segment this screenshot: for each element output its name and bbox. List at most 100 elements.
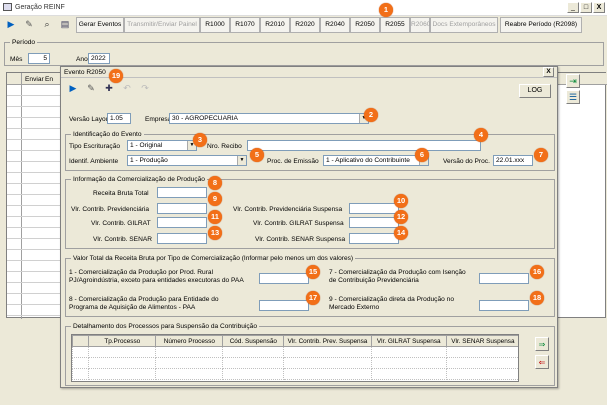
vlr-previdenciaria-susp-input[interactable] <box>349 203 399 214</box>
main-titlebar: Geração REINF _ □ X <box>0 0 607 16</box>
binoculars-icon[interactable]: ⌕ <box>40 18 54 32</box>
r2050-button[interactable]: R2050 <box>350 17 380 33</box>
vlr-gilrat-input[interactable] <box>157 217 207 228</box>
dialog-undo-icon[interactable]: ↶ <box>120 82 134 96</box>
vlr-gilrat-susp-input[interactable] <box>349 217 399 228</box>
col-selector <box>72 335 90 347</box>
col-vlr-senar-suspensa[interactable]: Vlr. SENAR Suspensa <box>445 335 518 347</box>
period-group-title: Período <box>10 38 38 47</box>
table-header-row: Tp.Processo Número Processo Cód. Suspens… <box>72 335 518 347</box>
r2020-button[interactable]: R2020 <box>290 17 320 33</box>
versao-proc-input[interactable]: 22.01.xxx <box>493 155 533 166</box>
badge-12: 12 <box>394 210 408 224</box>
col-numero-processo[interactable]: Número Processo <box>155 335 224 347</box>
vlr-previdenciaria-label: Vlr. Contrib. Previdenciária <box>71 206 150 213</box>
item7-label-line2: de Contribuição Previdenciária <box>329 277 419 284</box>
comercializacao-group-title: Informação da Comercialização de Produçã… <box>71 175 207 184</box>
identif-ambiente-select[interactable]: 1 - Produção ▼ <box>127 155 247 166</box>
printer-icon[interactable]: ▤ <box>58 18 72 32</box>
grid-row-lines <box>7 85 61 319</box>
item9-input[interactable] <box>479 300 529 311</box>
versao-layout-field: 1.05 <box>107 113 131 124</box>
receita-bruta-label: Receita Bruta Total <box>93 190 149 197</box>
r2010-button[interactable]: R2010 <box>260 17 290 33</box>
badge-7: 7 <box>534 148 548 162</box>
badge-14: 14 <box>394 226 408 240</box>
dialog-redo-icon[interactable]: ↷ <box>138 82 152 96</box>
vlr-senar-susp-input[interactable] <box>349 233 399 244</box>
side-list-icon[interactable]: ☰ <box>566 90 580 104</box>
app-icon <box>3 3 12 11</box>
transmit-panel-button[interactable]: Transmitir/Enviar Painel <box>124 17 200 33</box>
processos-table: Tp.Processo Número Processo Cód. Suspens… <box>72 335 518 380</box>
dialog-close-button[interactable]: X <box>543 67 554 77</box>
table-row[interactable] <box>72 368 518 380</box>
identif-ambiente-label: Identif. Ambiente <box>69 158 119 165</box>
detalhamento-group-title: Detalhamento dos Processos para Suspensã… <box>71 322 260 331</box>
year-input[interactable]: 2022 <box>88 53 110 64</box>
extemporaneous-docs-button[interactable]: Docs Extemporâneos <box>430 17 498 33</box>
vlr-senar-susp-label: Vlr. Contrib. SENAR Suspensa <box>255 236 346 243</box>
vlr-previdenciaria-susp-label: Vlr. Contrib. Previdenciária Suspensa <box>233 206 343 213</box>
r2055-button[interactable]: R2055 <box>380 17 410 33</box>
month-label: Mês <box>10 56 23 63</box>
badge-1: 1 <box>379 3 393 17</box>
dialog-r2050: Evento R2050 X ▶ ✎ ✚ ↶ ↷ LOG Versão Layo… <box>60 66 558 388</box>
col-tp-processo[interactable]: Tp.Processo <box>88 335 157 347</box>
valor-total-group-title: Valor Total da Receita Bruta por Tipo de… <box>71 254 356 263</box>
dialog-title: Evento R2050 <box>64 69 106 76</box>
receita-bruta-input[interactable] <box>157 187 207 198</box>
vlr-gilrat-label: Vlr. Contrib. GILRAT <box>91 220 151 227</box>
vlr-senar-input[interactable] <box>157 233 207 244</box>
badge-15: 15 <box>306 265 320 279</box>
processos-table-wrap: Tp.Processo Número Processo Cód. Suspens… <box>71 334 519 382</box>
tipo-escrituracao-select[interactable]: 1 - Original ▼ <box>127 140 197 151</box>
month-input[interactable]: 5 <box>28 53 50 64</box>
add-row-icon[interactable]: ⇒ <box>535 337 549 351</box>
empresa-select[interactable]: 30 - AGROPECUARIA▼ <box>169 113 369 124</box>
execute-icon[interactable]: ▶ <box>4 18 18 32</box>
side-export-icon[interactable]: ⇥ <box>566 74 580 88</box>
item7-input[interactable] <box>479 273 529 284</box>
nro-recibo-input[interactable] <box>247 140 481 151</box>
dialog-titlebar: Evento R2050 X <box>61 67 557 78</box>
dialog-pencil-icon[interactable]: ✎ <box>84 82 98 96</box>
table-row[interactable] <box>72 357 518 369</box>
identificacao-group-title: Identificação do Evento <box>71 130 144 139</box>
badge-9: 9 <box>208 192 222 206</box>
table-row[interactable] <box>72 346 518 358</box>
proc-emissao-label: Proc. de Emissão <box>267 158 319 165</box>
item1-label-line2: PJ/Agroindústria, exceto para entidades … <box>69 277 244 284</box>
dialog-execute-icon[interactable]: ▶ <box>66 82 80 96</box>
item1-input[interactable] <box>259 273 309 284</box>
col-vlr-prev-suspensa[interactable]: Vlr. Contrib. Prev. Suspensa <box>283 335 372 347</box>
minimize-button[interactable]: _ <box>567 2 579 13</box>
col-vlr-gilrat-suspensa[interactable]: Vlr. GILRAT Suspensa <box>370 335 447 347</box>
versao-proc-label: Versão do Proc. <box>443 158 490 165</box>
remove-row-icon[interactable]: ⇐ <box>535 355 549 369</box>
r1000-button[interactable]: R1000 <box>200 17 230 33</box>
col-cod-suspensao[interactable]: Cód. Suspensão <box>222 335 285 347</box>
vlr-previdenciaria-input[interactable] <box>157 203 207 214</box>
badge-4: 4 <box>474 128 488 142</box>
badge-16: 16 <box>530 265 544 279</box>
reopen-period-button[interactable]: Reabre Período (R2098) <box>500 17 582 33</box>
proc-emissao-select[interactable]: 1 - Aplicativo do Contribuinte▼ <box>323 155 429 166</box>
dialog-save-icon[interactable]: ✚ <box>102 82 116 96</box>
generate-events-button[interactable]: Gerar Eventos <box>76 17 124 33</box>
badge-6: 6 <box>415 148 429 162</box>
item8-input[interactable] <box>259 300 309 311</box>
log-button[interactable]: LOG <box>519 84 551 98</box>
close-button[interactable]: X <box>593 2 605 13</box>
pencil-icon[interactable]: ✎ <box>22 18 36 32</box>
item8-label-line2: Programa de Aquisição de Alimentos - PAA <box>69 304 196 311</box>
tipo-escrituracao-label: Tipo Escrituração <box>69 143 121 150</box>
badge-3: 3 <box>193 133 207 147</box>
badge-2: 2 <box>364 108 378 122</box>
r2040-button[interactable]: R2040 <box>320 17 350 33</box>
maximize-button[interactable]: □ <box>580 2 592 13</box>
empresa-label: Empresa <box>145 116 172 123</box>
r1070-button[interactable]: R1070 <box>230 17 260 33</box>
r2060-button[interactable]: R2060 <box>410 17 430 33</box>
versao-layout-label: Versão Layout <box>69 116 112 123</box>
